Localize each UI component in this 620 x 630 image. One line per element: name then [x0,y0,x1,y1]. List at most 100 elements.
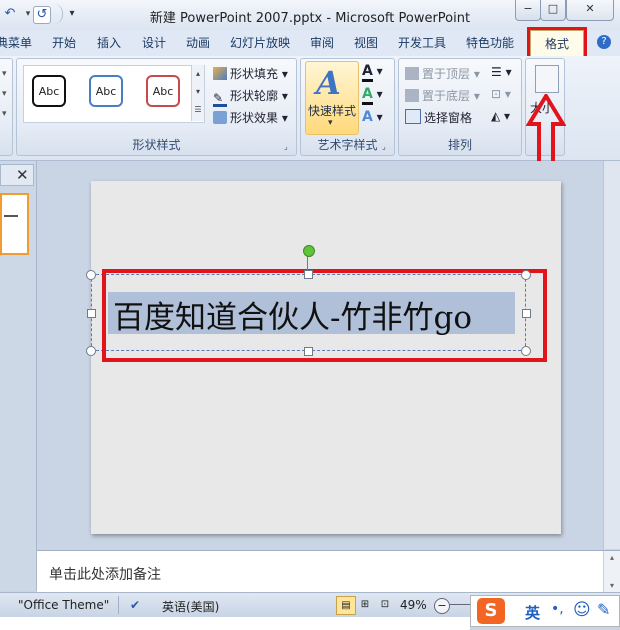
shape-effects-button[interactable]: 形状效果 ▾ [213,109,288,126]
resize-handle-top[interactable] [304,270,313,279]
theme-name[interactable]: "Office Theme" [18,598,109,612]
normal-view-button[interactable]: ▤ [336,596,356,615]
resize-handle-right[interactable] [522,309,531,318]
tab-home[interactable]: 开始 [52,34,76,51]
shape-fill-button[interactable]: 形状填充 ▾ [213,65,288,82]
wordart-styles-group: A 快速样式 ▾ A ▾ A ▾ A ▾ 艺术字样式 ⌟ [300,58,395,156]
vertical-scrollbar[interactable] [603,161,620,549]
group-button[interactable]: ⊡ ▾ [491,87,511,101]
shape-style-red-sample: Abc [146,75,180,107]
shape-fill-label: 形状填充 [230,67,279,81]
notes-pane[interactable]: 单击此处添加备注 ▴ ▾ [37,550,620,593]
resize-handle-bottom-left[interactable] [86,346,96,356]
shape-style-black-sample: Abc [32,75,66,107]
rotate-button[interactable]: ◭ ▾ [491,109,510,123]
quick-styles-button[interactable]: A 快速样式 ▾ [305,61,359,135]
chevron-down-icon[interactable]: ▾ [2,69,7,79]
window-bottom-edge [0,617,470,630]
punctuation-icon[interactable]: •, [551,601,564,617]
arrange-group-label: 排列 [447,138,472,152]
text-fill-button[interactable]: A ▾ [362,63,383,82]
shape-effects-icon [213,111,227,124]
insert-shapes-group-partial: ▾ ▾ ▾ [0,58,13,156]
ime-mode-toggle[interactable]: 英 [525,602,540,623]
spellcheck-icon[interactable]: ✔ [130,598,140,612]
tab-view[interactable]: 视图 [354,34,378,51]
resize-handle-top-left[interactable] [86,270,96,280]
minimize-button[interactable]: − [515,0,541,21]
chevron-down-icon[interactable]: ▾ [2,109,7,119]
zoom-level[interactable]: 49% [400,598,427,612]
pencil-icon: ✎ [213,91,227,107]
status-divider [118,596,119,614]
slide-thumbnail[interactable] [0,193,29,255]
tab-features[interactable]: 特色功能 [466,34,514,51]
chevron-down-icon[interactable]: ▾ [2,89,7,99]
close-button[interactable]: ✕ [566,0,614,21]
tab-developer[interactable]: 开发工具 [398,34,446,51]
notes-placeholder: 单击此处添加备注 [49,567,161,583]
paint-bucket-icon [213,67,227,80]
selection-pane-icon [405,109,421,124]
resize-handle-top-right[interactable] [521,270,531,280]
ribbon: ▾ ▾ ▾ Abc Abc Abc ▴ ▾ ☰ 形状填充 ▾ ✎ 形状轮廓 ▾ 形状效… [0,56,620,172]
align-button[interactable]: ☰ ▾ [491,65,512,79]
resize-handle-left[interactable] [87,309,96,318]
thumbnail-text [4,215,18,217]
bring-front-icon [405,67,419,80]
tab-classic-menu[interactable]: 典菜单 [0,34,32,51]
send-to-back-button[interactable]: 置于底层 ▾ [405,87,480,104]
slideshow-button[interactable]: ⊡ [376,596,394,613]
slide-sorter-button[interactable]: ⊞ [356,596,374,613]
shape-outline-label: 形状轮廓 [230,89,279,103]
send-back-label: 置于底层 [422,89,471,103]
dialog-launcher-icon[interactable]: ⌟ [382,142,391,151]
toolbox-icon[interactable]: ✎ [597,600,610,619]
close-panel-icon[interactable]: ✕ [16,166,29,184]
send-back-icon [405,89,419,102]
resize-handle-bottom-right[interactable] [521,346,531,356]
text-effects-button[interactable]: A ▾ [362,109,383,125]
shape-styles-group: Abc Abc Abc ▴ ▾ ☰ 形状填充 ▾ ✎ 形状轮廓 ▾ 形状效果 ▾ 形状… [16,58,297,156]
zoom-out-button[interactable]: − [434,598,450,614]
shape-style-red[interactable]: Abc [140,69,188,115]
tab-design[interactable]: 设计 [142,34,166,51]
maximize-button[interactable]: □ [540,0,566,21]
tab-animations[interactable]: 动画 [186,34,210,51]
tab-slideshow[interactable]: 幻灯片放映 [230,34,290,51]
rotation-handle[interactable] [303,245,315,257]
annotation-highlight-textbox [102,269,547,362]
slides-panel-header: ✕ [0,164,34,186]
tab-insert[interactable]: 插入 [97,34,121,51]
help-icon[interactable]: ? [597,35,611,49]
size-icon[interactable] [535,65,559,93]
arrange-group: 置于顶层 ▾ 置于底层 ▾ 选择窗格 ☰ ▾ ⊡ ▾ ◭ ▾ 排列 [398,58,522,156]
text-outline-button[interactable]: A ▾ [362,86,383,105]
selection-pane-label: 选择窗格 [424,111,473,125]
dialog-launcher-icon[interactable]: ⌟ [284,142,293,151]
shape-style-blue-sample: Abc [89,75,123,107]
wordart-group-label: 艺术字样式 [317,138,378,152]
language-indicator[interactable]: 英语(美国) [162,598,219,615]
shape-style-blue[interactable]: Abc [83,69,131,115]
bring-to-front-button[interactable]: 置于顶层 ▾ [405,65,480,82]
text-fill-icon: A [362,63,373,82]
emoji-icon[interactable]: ☺ [573,600,591,620]
tab-review[interactable]: 审阅 [310,34,334,51]
ime-toolbar: S 英 •, ☺ ✎ [470,595,620,627]
chevron-down-icon: ▾ [328,118,333,128]
quick-styles-label: 快速样式 [308,104,357,118]
resize-handle-bottom[interactable] [304,347,313,356]
sogou-logo-icon[interactable]: S [477,598,505,624]
shape-effects-label: 形状效果 [230,111,279,125]
zoom-slider[interactable] [450,604,472,605]
selection-pane-button[interactable]: 选择窗格 [405,109,472,126]
shape-styles-group-label: 形状样式 [132,138,181,152]
shape-outline-button[interactable]: ✎ 形状轮廓 ▾ [213,87,288,107]
text-outline-icon: A [362,86,373,105]
notes-scrollbar[interactable]: ▴ ▾ [603,551,620,593]
gallery-scroll[interactable]: ▴ ▾ ☰ [191,65,204,121]
wordart-a-icon: A [316,64,341,102]
bring-front-label: 置于顶层 [422,67,471,81]
shape-style-black[interactable]: Abc [26,69,74,115]
